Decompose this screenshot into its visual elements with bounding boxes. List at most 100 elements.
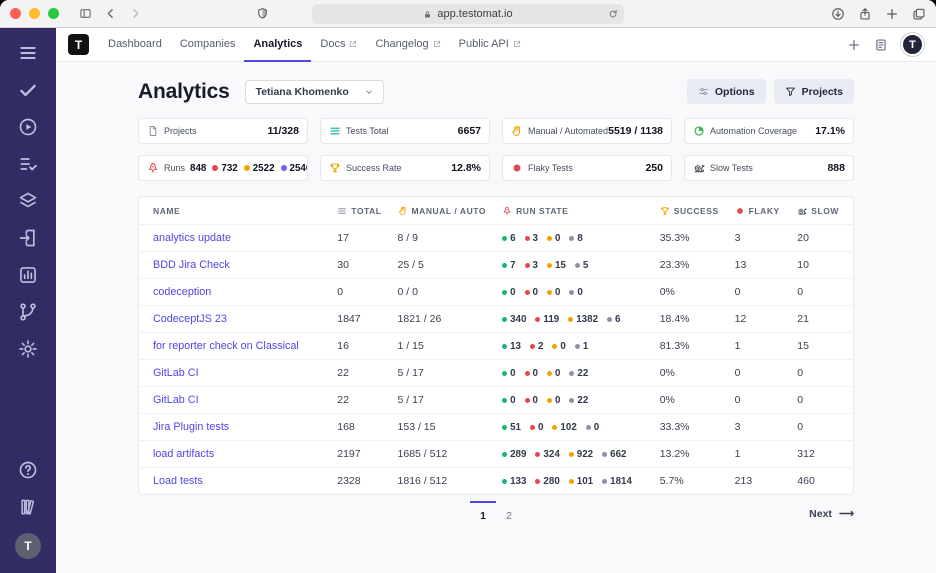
project-link[interactable]: codeception xyxy=(153,286,211,298)
cell-success: 5.7% xyxy=(652,468,727,495)
privacy-shield-icon[interactable] xyxy=(256,7,269,20)
cell-manual-auto: 1821 / 26 xyxy=(390,306,495,333)
browser-chrome: app.testomat.io xyxy=(0,0,936,28)
snail-icon xyxy=(797,206,807,216)
downloads-icon[interactable] xyxy=(831,7,845,21)
cell-flaky: 13 xyxy=(727,252,790,279)
passed-dot xyxy=(502,371,507,376)
page-button-2[interactable]: 2 xyxy=(496,501,522,522)
snail-icon xyxy=(693,162,705,174)
branch-icon[interactable] xyxy=(17,301,39,323)
skipped-dot xyxy=(547,236,552,241)
signin-icon[interactable] xyxy=(17,227,39,249)
table-row: load artifacts 2197 1685 / 512 289324922… xyxy=(139,441,853,468)
project-link[interactable]: GitLab CI xyxy=(153,394,199,406)
lock-icon xyxy=(423,10,432,19)
cell-flaky: 1 xyxy=(727,333,790,360)
table-header-row: NAME TOTAL MANUAL / AUTO RUN STATE SUCCE… xyxy=(139,197,853,225)
cell-flaky: 12 xyxy=(727,306,790,333)
skipped-dot xyxy=(552,425,557,430)
user-filter-dropdown[interactable]: Tetiana Khomenko xyxy=(245,80,384,104)
stat-card-projects: Projects 11/328 xyxy=(138,118,308,144)
back-icon[interactable] xyxy=(104,7,117,20)
stat-card-runs: Runs 848 732 2522 2540 xyxy=(138,155,308,181)
cell-flaky: 0 xyxy=(727,279,790,306)
cell-flaky: 0 xyxy=(727,360,790,387)
project-link[interactable]: BDD Jira Check xyxy=(153,259,230,271)
nav-item-docs[interactable]: Docs xyxy=(311,28,366,62)
cell-success: 23.3% xyxy=(652,252,727,279)
filter-icon xyxy=(785,86,796,97)
sidebar-avatar[interactable]: T xyxy=(15,533,41,559)
layers-icon[interactable] xyxy=(17,190,39,212)
project-link[interactable]: CodeceptJS 23 xyxy=(153,313,227,325)
new-tab-icon[interactable] xyxy=(885,7,899,21)
table-row: Load tests 2328 1816 / 512 1332801011814… xyxy=(139,468,853,495)
forward-icon[interactable] xyxy=(129,7,142,20)
analytics-chart-icon[interactable] xyxy=(17,264,39,286)
cell-slow: 0 xyxy=(789,387,853,414)
check-icon[interactable] xyxy=(17,79,39,101)
stat-card-slow-tests: Slow Tests 888 xyxy=(684,155,854,181)
external-link-icon xyxy=(513,40,521,48)
help-icon[interactable] xyxy=(17,459,39,481)
nav-item-public-api[interactable]: Public API xyxy=(450,28,530,62)
nav-item-companies[interactable]: Companies xyxy=(171,28,245,62)
nav-item-changelog[interactable]: Changelog xyxy=(366,28,449,62)
project-link[interactable]: Jira Plugin tests xyxy=(153,421,229,433)
tasks-icon[interactable] xyxy=(17,153,39,175)
url-text: app.testomat.io xyxy=(437,8,512,20)
project-link[interactable]: GitLab CI xyxy=(153,367,199,379)
failed-dot xyxy=(525,371,530,376)
nav-item-dashboard[interactable]: Dashboard xyxy=(99,28,171,62)
zoom-window-button[interactable] xyxy=(48,8,59,19)
flaky-dot-icon xyxy=(511,162,523,174)
failed-dot xyxy=(525,290,530,295)
project-link[interactable]: Load tests xyxy=(153,475,203,487)
cell-run-state: 00022 xyxy=(494,387,652,414)
passed-dot xyxy=(502,479,507,484)
journal-icon[interactable] xyxy=(874,38,888,52)
failed-dot xyxy=(525,398,530,403)
play-circle-icon[interactable] xyxy=(17,116,39,138)
skipped-dot xyxy=(568,317,573,322)
skipped-dot xyxy=(552,344,557,349)
library-icon[interactable] xyxy=(17,496,39,518)
add-icon[interactable] xyxy=(847,38,861,52)
other-dot xyxy=(607,317,612,322)
next-page-button[interactable]: Next ⟶ xyxy=(809,508,854,520)
minimize-window-button[interactable] xyxy=(29,8,40,19)
share-icon[interactable] xyxy=(858,7,872,21)
close-window-button[interactable] xyxy=(10,8,21,19)
table-row: CodeceptJS 23 1847 1821 / 26 34011913826… xyxy=(139,306,853,333)
cell-flaky: 213 xyxy=(727,468,790,495)
page-button-1[interactable]: 1 xyxy=(470,501,496,522)
options-button[interactable]: Options xyxy=(687,79,766,104)
nav-item-analytics[interactable]: Analytics xyxy=(244,28,311,62)
user-avatar[interactable]: T xyxy=(901,33,924,56)
sidebar-toggle-icon[interactable] xyxy=(79,7,92,20)
project-link[interactable]: load artifacts xyxy=(153,448,214,460)
cell-total: 16 xyxy=(329,333,389,360)
cell-manual-auto: 25 / 5 xyxy=(390,252,495,279)
menu-icon[interactable] xyxy=(17,42,39,64)
traffic-lights xyxy=(10,8,59,19)
projects-filter-button[interactable]: Projects xyxy=(774,79,854,104)
project-link[interactable]: analytics update xyxy=(153,232,231,244)
cell-run-state: 6308 xyxy=(494,225,652,252)
reload-icon[interactable] xyxy=(608,9,618,19)
table-row: Jira Plugin tests 168 153 / 15 5101020 3… xyxy=(139,414,853,441)
cell-success: 33.3% xyxy=(652,414,727,441)
app-logo[interactable]: T xyxy=(68,34,89,55)
column-success: SUCCESS xyxy=(652,197,727,225)
other-dot xyxy=(281,165,287,171)
address-bar[interactable]: app.testomat.io xyxy=(312,4,624,24)
gear-icon[interactable] xyxy=(17,338,39,360)
project-link[interactable]: for reporter check on Classical xyxy=(153,340,299,352)
cell-run-state: 00022 xyxy=(494,360,652,387)
failed-dot xyxy=(525,263,530,268)
cell-run-state: 0000 xyxy=(494,279,652,306)
other-dot xyxy=(569,398,574,403)
tab-overview-icon[interactable] xyxy=(912,7,926,21)
stat-value: 11/328 xyxy=(267,125,299,137)
